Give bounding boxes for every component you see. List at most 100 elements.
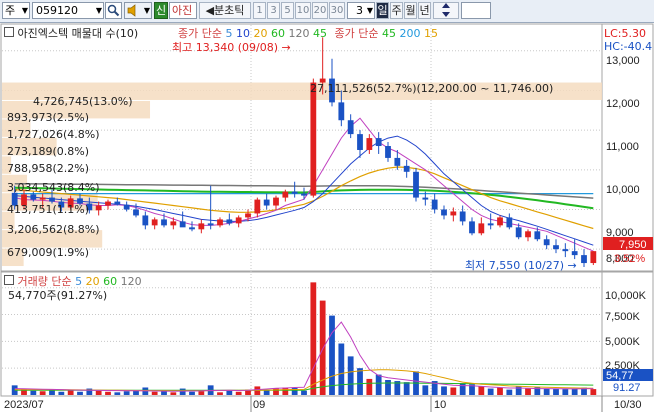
count-select[interactable]: 3 ▼ bbox=[347, 2, 375, 19]
volume-profile-label: 27,111,526(52.7%)(12,200.00 ~ 11,746.00) bbox=[310, 82, 554, 95]
current-volume-label: 54,770주(91.27%) bbox=[8, 289, 108, 302]
candle-body bbox=[133, 209, 139, 216]
period-3[interactable]: 3 bbox=[267, 2, 280, 19]
search-button[interactable] bbox=[105, 2, 122, 19]
volume-bar bbox=[543, 388, 550, 395]
current-price-value: 7,950 bbox=[619, 239, 647, 251]
period-20[interactable]: 20 bbox=[312, 2, 328, 19]
candle-body bbox=[338, 102, 345, 121]
candle-body bbox=[301, 193, 307, 196]
sound-button[interactable]: ▼ bbox=[124, 2, 152, 19]
search-icon bbox=[107, 4, 120, 17]
volume-axis-label: 10,000K bbox=[605, 290, 647, 302]
candle-body bbox=[515, 227, 522, 238]
x-axis-label: 09 bbox=[253, 399, 265, 411]
volume-bar bbox=[282, 387, 289, 395]
candle-body bbox=[263, 199, 270, 206]
volume-bar bbox=[562, 389, 569, 395]
day-tab[interactable]: 일 bbox=[376, 2, 389, 19]
volume-profile-label: 273,189(0.8%) bbox=[7, 145, 90, 158]
candle-body bbox=[450, 211, 457, 216]
candle-body bbox=[357, 134, 363, 150]
period-1[interactable]: 1 bbox=[253, 2, 266, 19]
volume-bar bbox=[459, 383, 466, 395]
volume-profile-label: 4,726,745(13.0%) bbox=[33, 95, 133, 108]
candle-body bbox=[310, 82, 317, 196]
candle-body bbox=[161, 219, 167, 226]
volume-bar bbox=[385, 379, 391, 395]
candle-body bbox=[49, 197, 55, 202]
chevron-down-icon: ▼ bbox=[21, 6, 28, 15]
year-tab[interactable]: 년 bbox=[418, 2, 431, 19]
stock-name-field[interactable]: 아진 bbox=[169, 2, 197, 19]
volume-bar bbox=[497, 387, 503, 395]
volume-bar bbox=[198, 391, 205, 395]
vol-ma-legend-item[interactable]: 5 bbox=[75, 275, 82, 288]
period-5[interactable]: 5 bbox=[281, 2, 294, 19]
toolbar: 주 ▼ 059120 ▼ ▼ 신 아진 ◀분초틱 1 3 5 10 20 30 … bbox=[0, 0, 654, 23]
volume-bar bbox=[506, 389, 513, 395]
candle-body bbox=[254, 199, 261, 214]
candle-body bbox=[179, 221, 186, 228]
chevron-down-icon: ▼ bbox=[95, 6, 102, 15]
extra-input[interactable] bbox=[461, 2, 491, 19]
candle-body bbox=[198, 223, 205, 230]
candle-body bbox=[590, 251, 597, 264]
month-tab[interactable]: 월 bbox=[404, 2, 417, 19]
ma-legend-item[interactable]: 45 bbox=[382, 27, 396, 40]
ma-legend-item[interactable]: 15 bbox=[424, 27, 438, 40]
volume-bar bbox=[329, 315, 335, 395]
ma-legend-item[interactable]: 10 bbox=[236, 27, 250, 40]
price-axis-label: 13,000 bbox=[606, 55, 640, 67]
vol-ma-legend-item[interactable]: 60 bbox=[103, 275, 117, 288]
volume-bar bbox=[217, 392, 223, 395]
market-select[interactable]: 주 ▼ bbox=[2, 2, 30, 19]
candle-body bbox=[478, 223, 485, 234]
volume-profile-label: 3,206,562(8.8%) bbox=[7, 223, 100, 236]
ma-legend-item[interactable]: 120 bbox=[288, 27, 309, 40]
candle-body bbox=[142, 215, 149, 226]
current-volume-tag-value: 54,77 bbox=[606, 370, 634, 382]
ma-legend-item[interactable]: 45 bbox=[313, 27, 327, 40]
volume-bar bbox=[347, 356, 354, 395]
volume-bar bbox=[226, 390, 233, 395]
volume-bar bbox=[95, 390, 102, 395]
week-tab[interactable]: 주 bbox=[390, 2, 403, 19]
candle-body bbox=[291, 191, 298, 194]
volume-bar bbox=[58, 391, 65, 395]
stock-code-input[interactable]: 059120 ▼ bbox=[32, 2, 104, 19]
updown-button[interactable] bbox=[433, 2, 459, 19]
volume-bar bbox=[39, 391, 46, 395]
volume-bar bbox=[235, 391, 242, 395]
volume-profile-label: 3,034,543(8.4%) bbox=[7, 181, 100, 194]
candle-body bbox=[543, 239, 550, 246]
volume-profile-label: 1,727,026(4.8%) bbox=[7, 128, 100, 141]
volume-profile-label: 893,973(2.5%) bbox=[7, 111, 90, 124]
ma-legend-item[interactable]: 20 bbox=[253, 27, 267, 40]
new-badge[interactable]: 신 bbox=[154, 2, 168, 19]
candle-body bbox=[431, 199, 438, 210]
x-axis-label: 10 bbox=[434, 399, 446, 411]
period-10[interactable]: 10 bbox=[295, 2, 311, 19]
volume-panel-title: 거래량 단순 5 20 60 120 bbox=[4, 275, 142, 288]
stock-code-value: 059120 bbox=[36, 4, 78, 17]
volume-bar bbox=[422, 385, 429, 395]
vol-ma-legend-item[interactable]: 120 bbox=[121, 275, 142, 288]
candle-body bbox=[506, 217, 513, 228]
volume-bar bbox=[357, 368, 363, 395]
vol-ma-legend-item[interactable]: 20 bbox=[86, 275, 100, 288]
volume-bar bbox=[338, 343, 345, 395]
volume-axis-label: 5,000K bbox=[605, 336, 641, 348]
volume-bar bbox=[366, 378, 373, 395]
volume-profile-label: 413,751(1.1%) bbox=[7, 203, 90, 216]
volume-bar bbox=[487, 388, 494, 395]
tick-period-button[interactable]: ◀분초틱 bbox=[199, 2, 251, 19]
ma-legend-item[interactable]: 200 bbox=[399, 27, 420, 40]
ma-legend-item[interactable]: 60 bbox=[271, 27, 285, 40]
candle-body bbox=[114, 201, 121, 205]
candle-body bbox=[394, 157, 401, 166]
ma-legend-item[interactable]: 5 bbox=[225, 27, 232, 40]
period-30[interactable]: 30 bbox=[329, 2, 345, 19]
candle-body bbox=[207, 223, 214, 226]
candle-body bbox=[525, 231, 531, 238]
